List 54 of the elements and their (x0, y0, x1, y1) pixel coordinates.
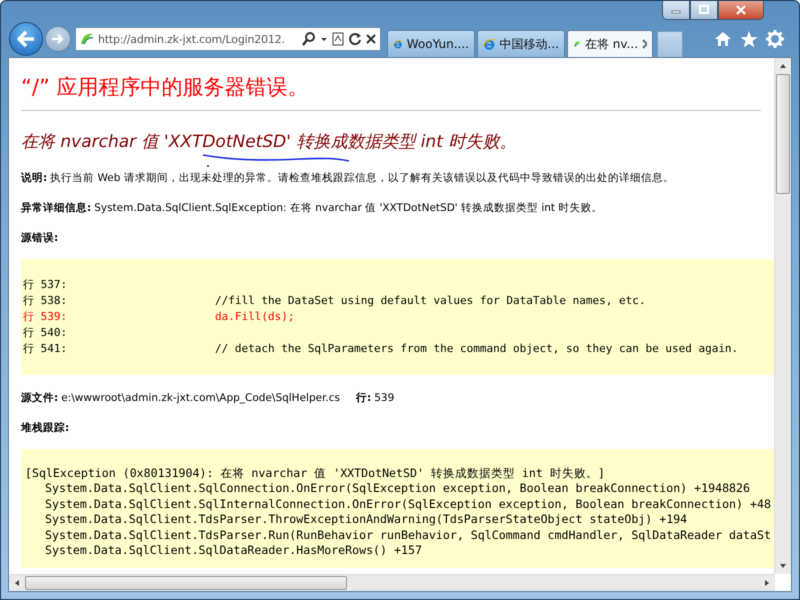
line-number: 行 540: (23, 325, 68, 341)
field-label: 行: (356, 392, 372, 404)
left-arrow-icon (16, 30, 36, 48)
horizontal-scrollbar[interactable] (9, 574, 775, 591)
browser-tab[interactable]: 中国移动... (477, 30, 565, 57)
stack-line: System.Data.SqlClient.SqlInternalConnection.OnError(SqlException exception, Boolean breakConnection) +48 (44, 496, 772, 512)
field-label: 源文件: (21, 392, 58, 404)
stack-line: System.Data.SqlClient.SqlConnection.OnError(SqlException exception, Boolean breakConnection) +1948826 (44, 481, 751, 497)
code-line: // detach the SqlParameters from the command object, so they can be used again. (215, 341, 738, 357)
line-number: 行 541: (23, 341, 68, 357)
line-value: 539 (374, 392, 394, 404)
search-icon[interactable] (301, 31, 317, 47)
description-text: 执行当前 Web 请求期间，出现未处理的异常。请检查堆栈跟踪信息，以了解有关该错误以及代码中导致错误的出处的详细信息。 (50, 172, 674, 184)
field-label: 异常详细信息: (21, 202, 92, 214)
maximize-button[interactable] (690, 1, 718, 20)
home-icon[interactable] (714, 31, 732, 47)
maximize-icon (698, 5, 710, 15)
compatibility-view-icon[interactable] (331, 31, 345, 47)
tab-label: 在将 nv... (584, 36, 638, 52)
exception-text: System.Data.SqlClient.SqlException: 在将 nvarchar 值 'XXTDotNetSD' 转换成数据类型 int 时失败。 (94, 202, 602, 214)
star-icon[interactable] (740, 30, 758, 48)
minimize-button[interactable] (662, 1, 690, 20)
forward-button[interactable] (45, 26, 71, 52)
line-number: 行 538: (23, 293, 68, 309)
tab-label: 中国移动... (500, 36, 559, 52)
section-label: 源错误: (21, 231, 60, 245)
error-heading: 在将 nvarchar 值 'XXTDotNetSD' 转换成数据类型 int 时失败。 (21, 131, 518, 153)
address-bar[interactable]: http://admin.zk-jxt.com/Login2012. (75, 27, 381, 51)
stack-line: System.Data.SqlClient.TdsParser.Run(RunBehavior runBehavior, SqlCommand cmdHandler, SqlDataReader dataSt (44, 528, 772, 544)
file-path: e:\wwwroot\admin.zk-jxt.com\App_Code\SqlHelper.cs (61, 392, 340, 404)
tab-label: WooYun.... (406, 37, 469, 51)
browser-tab[interactable]: 在将 nv... (567, 30, 653, 57)
stack-header: [SqlException (0x80131904): 在将 nvarchar 值 'XXTDotNetSD' 转换成数据类型 int 时失败。] (25, 466, 606, 482)
url-text: http://admin.zk-jxt.com/Login2012. (98, 32, 286, 46)
line-number: 行 537: (23, 277, 68, 293)
stack-line: System.Data.SqlClient.SqlDataReader.HasMoreRows() +157 (44, 543, 423, 558)
code-line: //fill the DataSet using default values for DataTable names, etc. (215, 293, 646, 309)
refresh-icon[interactable] (348, 31, 362, 47)
back-button[interactable] (9, 22, 43, 56)
close-button[interactable] (718, 1, 764, 20)
ie-logo-icon (483, 36, 496, 52)
scroll-thumb[interactable] (776, 74, 790, 194)
page-title: “/” 应用程序中的服务器错误。 (21, 74, 310, 100)
settings-icon[interactable] (766, 30, 784, 48)
line-number: 行 539: (23, 309, 68, 325)
right-arrow-icon (51, 33, 65, 45)
stack-line: System.Data.SqlClient.TdsParser.ThrowExceptionAndWarning(TdsParserStateObject stateObj) +194 (44, 512, 688, 528)
section-label: 堆栈跟踪: (21, 421, 70, 435)
vertical-scrollbar[interactable] (774, 58, 791, 574)
browser-tab[interactable]: WooYun.... (387, 30, 475, 57)
code-line: da.Fill(ds); (215, 309, 294, 325)
field-label: 说明: (21, 172, 48, 184)
scroll-thumb[interactable] (25, 576, 347, 590)
site-icon (79, 31, 95, 47)
